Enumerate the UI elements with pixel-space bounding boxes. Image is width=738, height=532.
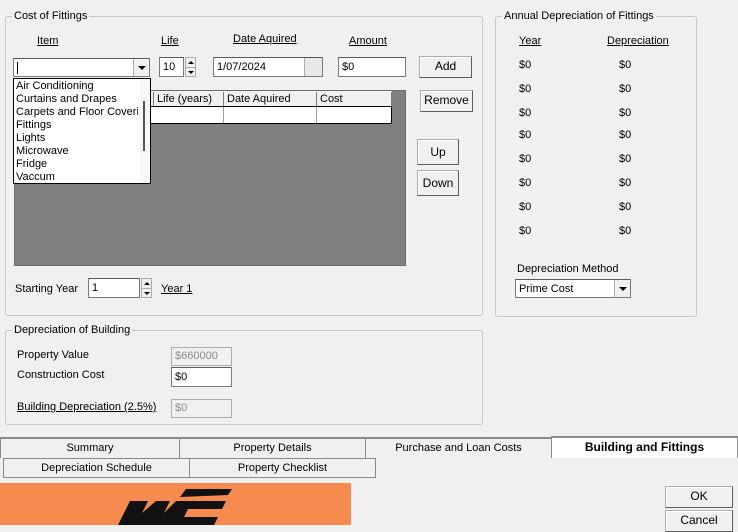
life-header: Life — [161, 35, 179, 47]
dropdown-option[interactable]: Fittings — [16, 119, 138, 132]
tab-building-and-fittings[interactable]: Building and Fittings — [551, 436, 738, 458]
property-value-field: $660000 — [171, 347, 232, 366]
depreciation-cell: $0 — [619, 153, 632, 165]
depreciation-method-value: Prime Cost — [519, 283, 574, 295]
method-dropdown-button[interactable] — [614, 280, 630, 297]
chevron-down-icon — [137, 65, 146, 70]
year-cell: $0 — [519, 107, 532, 119]
annual-depreciation-title: Annual Depreciation of Fittings — [502, 9, 656, 23]
tab-depreciation-schedule[interactable]: Depreciation Schedule — [3, 458, 190, 478]
up-button[interactable]: Up — [417, 139, 459, 165]
item-dropdown-button[interactable] — [133, 59, 149, 76]
year-link[interactable]: Year 1 — [161, 282, 192, 296]
depreciation-cell: $0 — [619, 107, 632, 119]
dropdown-items: Air Conditioning Curtains and Drapes Carpe… — [16, 80, 138, 183]
year-cell: $0 — [519, 59, 532, 71]
year-cell: $0 — [519, 201, 532, 213]
remove-button[interactable]: Remove — [420, 90, 473, 112]
tab-purchase-and-loan-costs[interactable]: Purchase and Loan Costs — [365, 438, 552, 458]
logo-banner — [0, 483, 351, 525]
spin-up-icon[interactable] — [142, 279, 151, 288]
starting-year-label: Starting Year — [15, 283, 78, 295]
depreciation-method-select[interactable]: Prime Cost — [515, 279, 631, 298]
building-depreciation-field: $0 — [171, 399, 232, 418]
dropdown-option[interactable]: Curtains and Drapes — [16, 93, 138, 106]
grid-col-life: Life (years) — [153, 92, 223, 106]
grid-cell-divider — [223, 107, 224, 123]
dropdown-scrollbar[interactable] — [140, 79, 150, 183]
building-depreciation-label[interactable]: Building Depreciation (2.5%) — [17, 400, 156, 414]
chevron-down-icon — [618, 286, 627, 291]
starting-year-field[interactable]: 1 — [88, 278, 140, 298]
property-value-label: Property Value — [17, 349, 89, 361]
dropdown-option[interactable]: Fridge — [16, 158, 138, 171]
item-dropdown-list[interactable]: Air Conditioning Curtains and Drapes Carpe… — [13, 78, 151, 184]
dropdown-option[interactable]: Air Conditioning — [16, 80, 138, 93]
life-field[interactable]: 10 — [159, 57, 184, 77]
spin-up-icon[interactable] — [186, 58, 195, 67]
logo-icon — [118, 489, 232, 525]
depreciation-cell: $0 — [619, 177, 632, 189]
tab-property-details[interactable]: Property Details — [179, 438, 366, 458]
dropdown-option[interactable]: Microwave — [16, 145, 138, 158]
dropdown-scroll-thumb[interactable] — [143, 101, 145, 151]
date-aquired-value: 1/07/2024 — [217, 61, 266, 73]
year-cell: $0 — [519, 153, 532, 165]
year-cell: $0 — [519, 83, 532, 95]
depreciation-cell: $0 — [619, 83, 632, 95]
date-picker-button[interactable] — [304, 58, 322, 76]
year-cell: $0 — [519, 177, 532, 189]
construction-cost-label: Construction Cost — [17, 369, 105, 381]
construction-cost-field[interactable]: $0 — [171, 367, 232, 387]
date-aquired-header: Date Aquired — [233, 33, 297, 45]
cancel-button[interactable]: Cancel — [665, 510, 733, 532]
add-button[interactable]: Add — [419, 56, 472, 78]
life-spinner[interactable] — [185, 57, 196, 77]
depreciation-cell: $0 — [619, 201, 632, 213]
depreciation-cell: $0 — [619, 129, 632, 141]
depreciation-column-header: Depreciation — [607, 35, 669, 47]
grid-col-date: Date Aquired — [223, 92, 316, 106]
grid-col-cost: Cost — [316, 92, 392, 106]
amount-field[interactable]: $0 — [338, 57, 406, 77]
text-caret — [17, 62, 18, 74]
item-combobox[interactable] — [13, 58, 150, 77]
year-column-header: Year — [519, 35, 542, 47]
cost-of-fittings-title: Cost of Fittings — [12, 9, 90, 23]
grid-cell-divider — [391, 107, 392, 123]
building-depreciation-title: Depreciation of Building — [12, 323, 133, 337]
dropdown-option[interactable]: Vaccum — [16, 171, 138, 183]
grid-cell-divider — [316, 107, 317, 123]
ok-button[interactable]: OK — [665, 486, 733, 508]
year-cell: $0 — [519, 225, 532, 237]
amount-header: Amount — [349, 35, 387, 47]
item-header: Item — [37, 35, 59, 47]
year-cell: $0 — [519, 129, 532, 141]
tab-property-checklist[interactable]: Property Checklist — [189, 458, 376, 478]
spin-down-icon[interactable] — [186, 67, 195, 76]
depreciation-cell: $0 — [619, 225, 632, 237]
dropdown-option[interactable]: Lights — [16, 132, 138, 145]
date-aquired-field[interactable]: 1/07/2024 — [213, 57, 323, 77]
depreciation-method-label: Depreciation Method — [517, 263, 619, 275]
tab-summary[interactable]: Summary — [0, 438, 180, 458]
down-button[interactable]: Down — [417, 170, 459, 196]
starting-year-spinner[interactable] — [141, 278, 152, 298]
depreciation-cell: $0 — [619, 59, 632, 71]
dropdown-option[interactable]: Carpets and Floor Coverings — [16, 106, 138, 119]
spin-down-icon[interactable] — [142, 288, 151, 297]
